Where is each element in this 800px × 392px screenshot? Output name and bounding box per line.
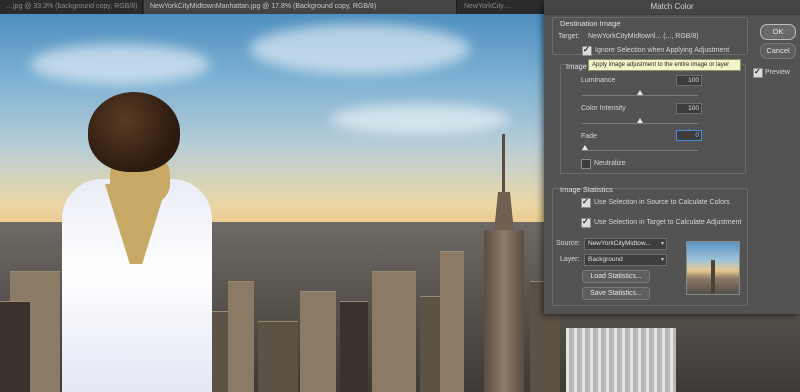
color-intensity-slider-track[interactable]: [582, 123, 698, 124]
chevron-down-icon: ▾: [660, 257, 664, 263]
building: [228, 281, 254, 392]
target-value: NewYorkCityMidtownl... (..., RGB/8): [588, 33, 699, 40]
source-label: Source:: [556, 240, 581, 247]
document-tab[interactable]: NewYorkCity…: [458, 0, 551, 14]
ok-button[interactable]: OK: [760, 24, 796, 40]
image-statistics-header: Image Statistics: [560, 185, 613, 194]
neutralize-label[interactable]: Neutralize: [594, 160, 626, 167]
document-tab[interactable]: …jpg @ 33.3% (background copy, RGB/8): [0, 0, 143, 14]
image-options-header: Image: [566, 62, 587, 71]
luminance-label: Luminance: [581, 77, 616, 84]
preview-checkbox[interactable]: [753, 67, 763, 78]
use-target-selection-label[interactable]: Use Selection in Target to Calculate Adj…: [594, 219, 741, 226]
color-intensity-slider-thumb[interactable]: [637, 118, 643, 123]
foreground-building: [566, 328, 676, 392]
fade-slider-thumb[interactable]: [582, 145, 588, 150]
ignore-selection-checkbox[interactable]: [582, 45, 592, 56]
cloud: [30, 44, 210, 84]
empire-state-spire: [502, 134, 505, 194]
target-label: Target:: [558, 33, 580, 40]
color-intensity-input[interactable]: 100: [676, 103, 702, 114]
luminance-slider-thumb[interactable]: [637, 90, 643, 95]
source-select-value: NewYorkCityMidtow...: [588, 240, 651, 247]
thumbnail-spire: [711, 260, 715, 294]
luminance-input[interactable]: 100: [676, 75, 702, 86]
cancel-button[interactable]: Cancel: [760, 43, 796, 59]
cloud: [330, 104, 510, 134]
color-intensity-label: Color Intensity: [581, 105, 626, 112]
tooltip: Apply image adjustment to the entire ima…: [588, 59, 741, 71]
save-statistics-button[interactable]: Save Statistics...: [582, 287, 650, 300]
source-select[interactable]: NewYorkCityMidtow... ▾: [584, 238, 667, 250]
ignore-selection-label[interactable]: Ignore Selection when Applying Adjustmen…: [595, 47, 729, 54]
building: [340, 301, 368, 392]
use-target-selection-checkbox[interactable]: [581, 217, 591, 228]
building: [440, 251, 464, 392]
building: [372, 271, 416, 392]
layer-label: Layer:: [560, 256, 580, 263]
use-source-selection-checkbox[interactable]: [581, 197, 591, 208]
fade-label: Fade: [581, 133, 597, 140]
use-source-selection-label[interactable]: Use Selection in Source to Calculate Col…: [594, 199, 730, 206]
match-color-dialog: Match Color Destination Image Target: Ne…: [544, 0, 800, 314]
fade-input[interactable]: 0: [676, 130, 702, 141]
building: [0, 301, 30, 392]
building: [300, 291, 336, 392]
luminance-slider-track[interactable]: [582, 95, 698, 96]
cloud: [250, 24, 470, 74]
empire-state-building: [484, 230, 524, 392]
dialog-titlebar[interactable]: Match Color: [544, 0, 800, 15]
dialog-title: Match Color: [650, 2, 694, 11]
woman-hair: [88, 92, 180, 172]
chevron-down-icon: ▾: [660, 241, 664, 247]
neutralize-checkbox[interactable]: [581, 159, 591, 169]
fade-slider-track[interactable]: [582, 150, 698, 151]
empire-state-top: [494, 192, 514, 232]
load-statistics-button[interactable]: Load Statistics...: [582, 270, 650, 283]
layer-select[interactable]: Background ▾: [584, 254, 667, 266]
preview-label[interactable]: Preview: [765, 69, 790, 76]
building: [258, 321, 298, 392]
source-thumbnail: [686, 241, 740, 295]
destination-image-header: Destination Image: [560, 19, 621, 28]
layer-select-value: Background: [588, 256, 623, 263]
document-tab-active[interactable]: NewYorkCityMidtownManhattan.jpg @ 17.8% …: [144, 0, 457, 14]
